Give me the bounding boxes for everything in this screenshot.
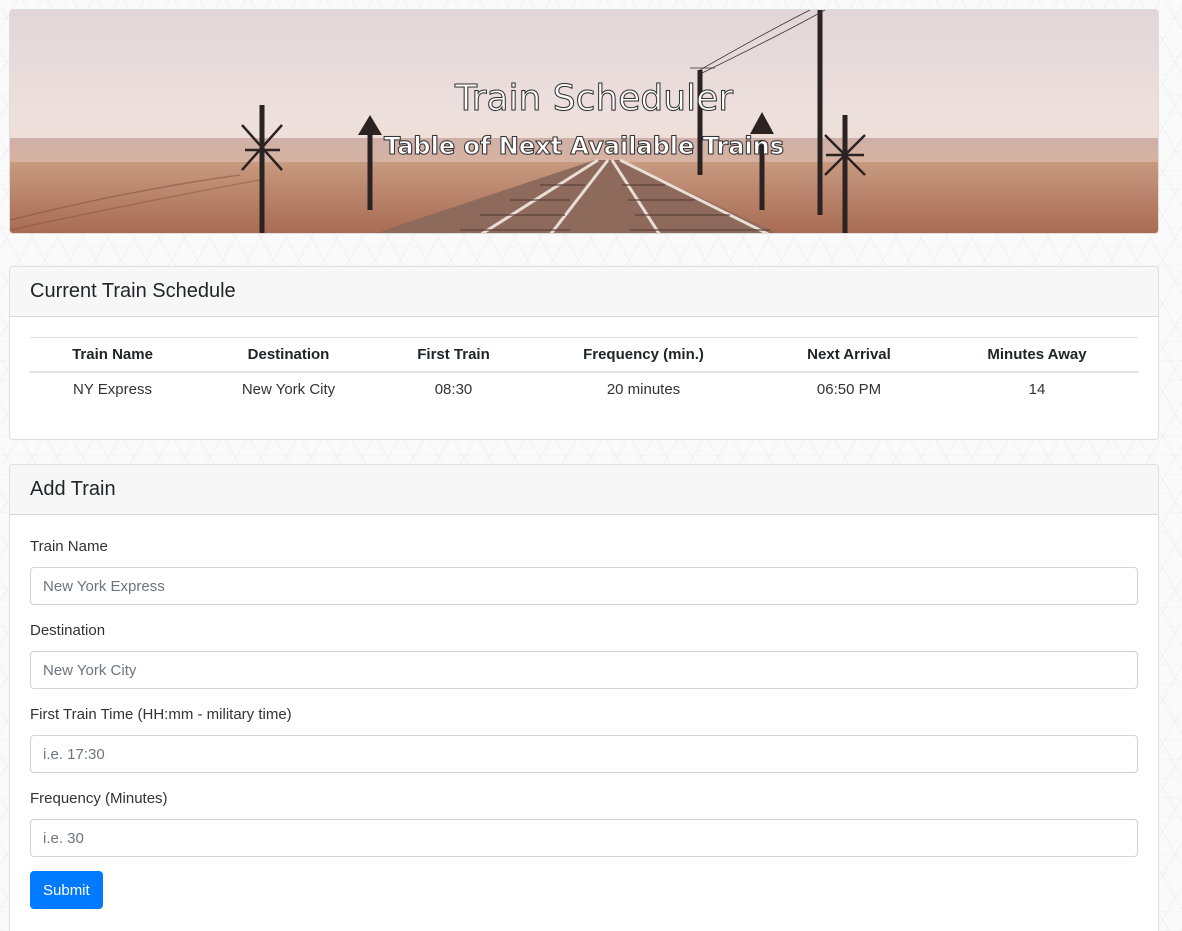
- cell-frequency: 20 minutes: [606, 380, 681, 398]
- frequency-input[interactable]: [30, 819, 1138, 857]
- hero-banner: Train Scheduler Table of Next Available …: [9, 9, 1159, 234]
- hero-title: Train Scheduler: [454, 78, 734, 120]
- cell-minutes-away: 14: [1028, 380, 1046, 398]
- form-group-frequency: Frequency (Minutes): [30, 789, 1138, 857]
- first-train-time-label: First Train Time (HH:mm - military time): [30, 706, 292, 723]
- column-header-frequency: Frequency (min.): [525, 337, 762, 373]
- cell-destination: New York City: [241, 380, 336, 398]
- table-row: NY Express New York City 08:30 20 minute…: [30, 372, 1138, 406]
- add-train-card-header: Add Train: [10, 465, 1158, 515]
- add-train-form: Train Name Destination First Train Time …: [10, 515, 1158, 909]
- schedule-card: Current Train Schedule Train Name Destin…: [9, 266, 1159, 440]
- add-train-card: Add Train Train Name Destination First T…: [9, 464, 1159, 931]
- schedule-table: Train Name Destination First Train Frequ…: [30, 337, 1138, 406]
- table-header-row: Train Name Destination First Train Frequ…: [30, 337, 1138, 373]
- column-header-train-name: Train Name: [30, 337, 195, 373]
- frequency-label: Frequency (Minutes): [30, 790, 168, 807]
- cell-train-name: NY Express: [73, 380, 152, 398]
- cell-first-train: 08:30: [434, 380, 473, 398]
- hero-subtitle: Table of Next Available Trains: [383, 132, 785, 161]
- train-name-label: Train Name: [30, 538, 108, 555]
- destination-label: Destination: [30, 622, 106, 639]
- column-header-first-train: First Train: [382, 337, 525, 373]
- form-group-train-name: Train Name: [30, 537, 1138, 605]
- column-header-destination: Destination: [195, 337, 382, 373]
- first-train-time-input[interactable]: [30, 735, 1138, 773]
- schedule-card-header: Current Train Schedule: [10, 267, 1158, 317]
- cell-next-arrival: 06:50 PM: [816, 380, 882, 398]
- train-name-input[interactable]: [30, 567, 1138, 605]
- column-header-minutes-away: Minutes Away: [936, 337, 1138, 373]
- form-group-destination: Destination: [30, 621, 1138, 689]
- form-group-first-train-time: First Train Time (HH:mm - military time): [30, 705, 1138, 773]
- submit-button[interactable]: Submit: [30, 871, 103, 909]
- column-header-next-arrival: Next Arrival: [762, 337, 936, 373]
- railroad-background-image: [10, 10, 1158, 233]
- destination-input[interactable]: [30, 651, 1138, 689]
